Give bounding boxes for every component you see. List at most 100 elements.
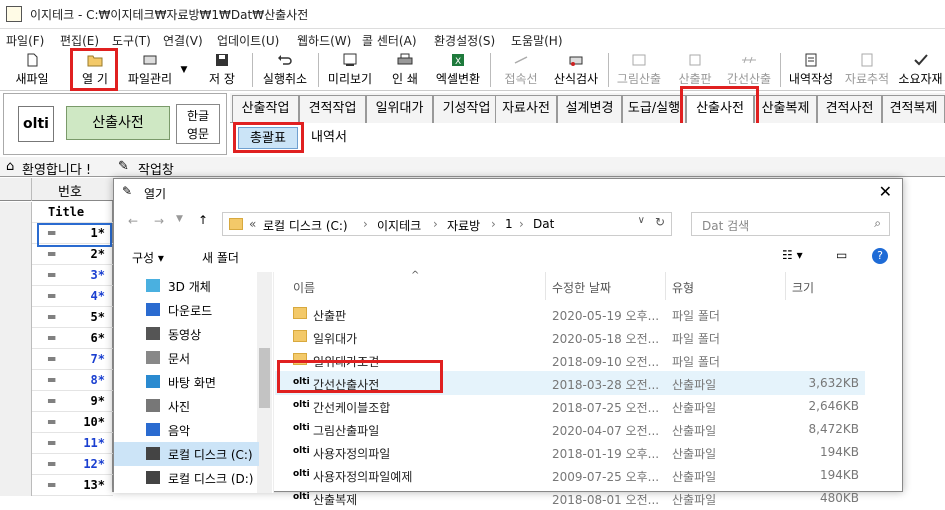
- nav-item[interactable]: 사진: [114, 394, 259, 418]
- menu-file[interactable]: 파일(F): [6, 32, 44, 49]
- excel-export-button[interactable]: X 엑셀변환: [430, 51, 486, 89]
- tab-calc-work[interactable]: 산출작업: [232, 95, 299, 123]
- nav-item[interactable]: 로컬 디스크 (C:): [114, 442, 259, 466]
- table-row[interactable]: ═ 7*: [0, 349, 113, 370]
- file-row[interactable]: olti 사용자정의파일 2018-01-19 오후... 산출파일 194KB: [275, 440, 865, 464]
- calc-plate-button[interactable]: 산출판: [670, 51, 720, 89]
- nav-item[interactable]: 바탕 화면: [114, 370, 259, 394]
- table-row[interactable]: ═ 2*: [0, 244, 113, 265]
- data-trace-button[interactable]: 자료추적: [840, 51, 894, 89]
- path-dropdown-icon[interactable]: ∨: [638, 215, 645, 226]
- close-icon[interactable]: ✕: [879, 182, 892, 201]
- column-size[interactable]: 크기: [792, 279, 814, 296]
- tab-detail-sheet[interactable]: 내역서: [304, 127, 354, 149]
- search-input[interactable]: Dat 검색 ⌕: [691, 212, 890, 236]
- table-row[interactable]: ═ 11*: [0, 433, 113, 454]
- history-chevron-icon[interactable]: ▼: [176, 214, 183, 224]
- menu-webhard[interactable]: 웹하드(W): [297, 32, 351, 49]
- tab-design-change[interactable]: 설계변경: [557, 95, 622, 123]
- tab-estimate-dict[interactable]: 견적사전: [817, 95, 882, 123]
- tab-summary[interactable]: 총괄표: [238, 127, 298, 149]
- table-row[interactable]: ═ 12*: [0, 454, 113, 475]
- tab-progress-work[interactable]: 기성작업: [433, 95, 500, 123]
- tab-contract[interactable]: 도급/실행: [622, 95, 686, 123]
- connect-line-button[interactable]: 접속선: [496, 51, 546, 89]
- address-bar[interactable]: « 로컬 디스크 (C:) › 이지테크 › 자료방 › 1 › Dat ∨ ↻: [222, 212, 672, 236]
- column-date[interactable]: 수정한 날짜: [552, 279, 611, 296]
- menu-help[interactable]: 도움말(H): [511, 32, 563, 49]
- refresh-icon[interactable]: ↻: [655, 215, 665, 229]
- file-row[interactable]: olti 그림산출파일 2020-04-07 오전... 산출파일 8,472KB: [275, 417, 865, 441]
- welcome-tab[interactable]: 환영합니다 !: [22, 159, 91, 178]
- menu-tools[interactable]: 도구(T): [112, 32, 151, 49]
- grid-title-row[interactable]: Title: [0, 202, 113, 223]
- tab-data-dict[interactable]: 자료사전: [495, 95, 557, 123]
- path-segment-eztech[interactable]: 이지테크: [377, 217, 421, 234]
- tab-estimate-work[interactable]: 견적작업: [299, 95, 366, 123]
- table-row[interactable]: ═ 13*: [0, 475, 113, 496]
- detail-write-button[interactable]: 내역작성: [784, 51, 838, 89]
- path-segment-archive[interactable]: 자료방: [447, 217, 480, 234]
- file-row[interactable]: 일위대가조견 2018-09-10 오전... 파일 폴더: [275, 348, 865, 372]
- nav-scrollbar[interactable]: [257, 272, 272, 493]
- table-row[interactable]: ═ 5*: [0, 307, 113, 328]
- nav-item[interactable]: 문서: [114, 346, 259, 370]
- language-toggle[interactable]: 한글 영문: [176, 104, 220, 144]
- path-segment-dat[interactable]: Dat: [533, 217, 554, 231]
- file-manager-button[interactable]: 파일관리: [124, 51, 176, 89]
- tab-unit-cost[interactable]: 일위대가: [366, 95, 433, 123]
- preview-pane-icon[interactable]: ▭: [836, 248, 847, 262]
- preview-button[interactable]: 미리보기: [321, 51, 379, 89]
- lang-english[interactable]: 영문: [177, 125, 219, 143]
- calc-dictionary-button[interactable]: 산출사전: [66, 106, 170, 140]
- undo-button[interactable]: 실행취소: [256, 51, 314, 89]
- nav-item[interactable]: 동영상: [114, 322, 259, 346]
- tab-calc-copy[interactable]: 산출복제: [754, 95, 817, 123]
- table-row[interactable]: ═ 1*: [0, 223, 113, 244]
- forward-arrow-icon[interactable]: →: [154, 214, 164, 228]
- organize-button[interactable]: 구성 ▾: [132, 249, 164, 266]
- lang-korean[interactable]: 한글: [177, 107, 219, 125]
- menu-settings[interactable]: 환경설정(S): [434, 32, 495, 49]
- menu-callcenter[interactable]: 콜 센터(A): [362, 32, 417, 49]
- drawing-calc-button[interactable]: 그림산출: [612, 51, 666, 89]
- file-row[interactable]: olti 산출복제 2018-08-01 오전... 산출파일 480KB: [275, 486, 865, 510]
- menu-connect[interactable]: 연결(V): [163, 32, 203, 49]
- help-icon[interactable]: ?: [872, 248, 888, 264]
- file-manager-dropdown[interactable]: ▼: [178, 51, 190, 89]
- new-file-button[interactable]: 새파일: [6, 51, 58, 89]
- table-row[interactable]: ═ 4*: [0, 286, 113, 307]
- menu-edit[interactable]: 편집(E): [60, 32, 99, 49]
- open-button[interactable]: 열 기: [72, 51, 118, 89]
- materials-button[interactable]: 소요자재: [896, 51, 945, 89]
- menu-update[interactable]: 업데이트(U): [217, 32, 279, 49]
- table-row[interactable]: ═ 10*: [0, 412, 113, 433]
- nav-item[interactable]: 음악: [114, 418, 259, 442]
- file-row[interactable]: 산출판 2020-05-19 오후... 파일 폴더: [275, 302, 865, 326]
- file-row[interactable]: olti 사용자정의파일예제 2009-07-25 오후... 산출파일 194KB: [275, 463, 865, 487]
- file-row[interactable]: olti 간선산출사전 2018-03-28 오전... 산출파일 3,632KB: [275, 371, 865, 395]
- indirect-calc-button[interactable]: 간선산출: [722, 51, 776, 89]
- file-row[interactable]: olti 간선케이블조합 2018-07-25 오전... 산출파일 2,646KB: [275, 394, 865, 418]
- table-row[interactable]: ═ 8*: [0, 370, 113, 391]
- view-options-icon[interactable]: ☷ ▾: [782, 248, 803, 262]
- path-segment-1[interactable]: 1: [505, 217, 513, 231]
- back-arrow-icon[interactable]: ←: [128, 214, 138, 228]
- table-row[interactable]: ═ 6*: [0, 328, 113, 349]
- work-window-tab[interactable]: 작업창: [138, 159, 174, 178]
- tab-calc-dictionary[interactable]: 산출사전: [686, 95, 754, 123]
- table-row[interactable]: ═ 9*: [0, 391, 113, 412]
- up-arrow-icon[interactable]: ↑: [198, 213, 208, 227]
- column-type[interactable]: 유형: [672, 279, 694, 296]
- print-button[interactable]: 인 쇄: [382, 51, 428, 89]
- save-button[interactable]: 저 장: [196, 51, 248, 89]
- nav-item[interactable]: 3D 개체: [114, 274, 259, 298]
- path-segment-drive[interactable]: 로컬 디스크 (C:): [263, 217, 348, 234]
- table-row[interactable]: ═ 3*: [0, 265, 113, 286]
- nav-item[interactable]: 로컬 디스크 (D:): [114, 466, 259, 490]
- column-name[interactable]: 이름: [293, 279, 315, 296]
- formula-check-button[interactable]: 산식검사: [548, 51, 604, 89]
- file-row[interactable]: 일위대가 2020-05-18 오전... 파일 폴더: [275, 325, 865, 349]
- nav-item[interactable]: 다운로드: [114, 298, 259, 322]
- tab-estimate-copy[interactable]: 견적복제: [882, 95, 945, 123]
